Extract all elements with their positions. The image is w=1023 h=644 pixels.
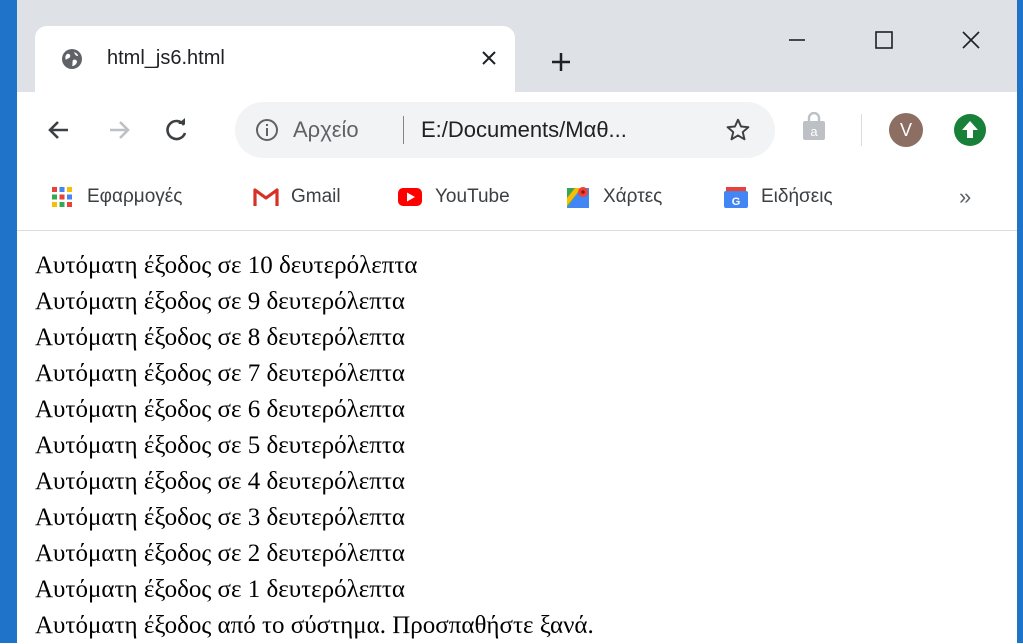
address-scheme-label: Αρχείο bbox=[293, 117, 359, 142]
close-icon bbox=[482, 51, 496, 65]
browser-window: html_js6.html Αρχείο E:/Documents/Μαθ...… bbox=[17, 0, 1017, 643]
tab-strip: html_js6.html bbox=[17, 0, 1017, 92]
news-icon: G bbox=[723, 184, 749, 210]
tab-title: html_js6.html bbox=[107, 47, 225, 69]
minimize-button[interactable] bbox=[775, 20, 819, 60]
countdown-line: Αυτόματη έξοδος σε 9 δευτερόλεπτα bbox=[35, 288, 406, 315]
bookmark-star-button[interactable] bbox=[723, 115, 753, 145]
update-arrow-icon[interactable] bbox=[953, 113, 987, 147]
svg-text:G: G bbox=[732, 196, 741, 208]
profile-avatar[interactable]: V bbox=[889, 113, 923, 147]
bookmark-news[interactable]: G Ειδήσεις bbox=[723, 182, 833, 212]
countdown-line: Αυτόματη έξοδος σε 10 δευτερόλεπτα bbox=[35, 252, 418, 279]
bookmarks-overflow-button[interactable]: » bbox=[959, 184, 971, 210]
bookmark-gmail[interactable]: Gmail bbox=[253, 182, 341, 212]
toolbar-separator bbox=[861, 114, 862, 146]
bookmark-label: Εφαρμογές bbox=[87, 186, 183, 207]
bookmarks-bar: Εφαρμογές Gmail YouTube Χάρτες G Ειδήσει… bbox=[17, 168, 1017, 231]
plus-icon bbox=[552, 53, 570, 71]
arrow-left-icon bbox=[48, 121, 68, 139]
globe-icon bbox=[62, 49, 82, 69]
reload-button[interactable] bbox=[157, 110, 197, 150]
extension-bag-icon[interactable]: a bbox=[801, 112, 827, 142]
bookmark-label: Gmail bbox=[291, 186, 341, 207]
apps-grid-icon bbox=[49, 184, 75, 210]
maximize-icon bbox=[875, 31, 893, 49]
bookmark-label: Χάρτες bbox=[603, 186, 663, 207]
star-icon bbox=[726, 118, 750, 141]
countdown-line: Αυτόματη έξοδος σε 5 δευτερόλεπτα bbox=[35, 432, 406, 459]
countdown-line: Αυτόματη έξοδος σε 6 δευτερόλεπτα bbox=[35, 396, 406, 423]
close-icon bbox=[962, 31, 980, 49]
countdown-line: Αυτόματη έξοδος σε 2 δευτερόλεπτα bbox=[35, 540, 406, 567]
countdown-line: Αυτόματη έξοδος σε 7 δευτερόλεπτα bbox=[35, 360, 406, 387]
bookmark-label: Ειδήσεις bbox=[761, 186, 833, 207]
tab-close-button[interactable] bbox=[473, 42, 505, 74]
minimize-icon bbox=[789, 39, 805, 41]
gmail-icon bbox=[253, 184, 279, 210]
bookmark-youtube[interactable]: YouTube bbox=[397, 182, 510, 212]
svg-text:a: a bbox=[810, 124, 818, 139]
logout-message: Αυτόματη έξοδος από το σύστημα. Προσπαθή… bbox=[35, 612, 594, 639]
countdown-line: Αυτόματη έξοδος σε 3 δευτερόλεπτα bbox=[35, 504, 406, 531]
page-content: Αυτόματη έξοδος σε 10 δευτερόλεπτα Αυτόμ… bbox=[35, 248, 1017, 644]
window-close-button[interactable] bbox=[949, 20, 993, 60]
window-frame-left bbox=[0, 0, 17, 643]
bookmark-label: YouTube bbox=[435, 186, 510, 207]
arrow-right-icon bbox=[110, 121, 130, 139]
forward-button[interactable] bbox=[99, 110, 139, 150]
countdown-line: Αυτόματη έξοδος σε 4 δευτερόλεπτα bbox=[35, 468, 406, 495]
window-frame-right bbox=[1017, 0, 1023, 643]
back-button[interactable] bbox=[39, 110, 79, 150]
maps-icon bbox=[565, 184, 591, 210]
address-separator bbox=[403, 116, 404, 144]
new-tab-button[interactable] bbox=[543, 44, 579, 80]
countdown-line: Αυτόματη έξοδος σε 8 δευτερόλεπτα bbox=[35, 324, 406, 351]
address-bar[interactable]: Αρχείο E:/Documents/Μαθ... bbox=[235, 102, 775, 158]
info-icon[interactable] bbox=[255, 118, 279, 142]
countdown-line: Αυτόματη έξοδος σε 1 δευτερόλεπτα bbox=[35, 576, 406, 603]
bookmark-maps[interactable]: Χάρτες bbox=[565, 182, 662, 212]
maximize-button[interactable] bbox=[862, 20, 906, 60]
reload-icon bbox=[166, 118, 187, 141]
youtube-icon bbox=[397, 184, 423, 210]
bookmark-apps[interactable]: Εφαρμογές bbox=[49, 182, 182, 212]
toolbar: Αρχείο E:/Documents/Μαθ... a V bbox=[17, 92, 1017, 168]
active-tab[interactable]: html_js6.html bbox=[35, 26, 515, 92]
address-url[interactable]: E:/Documents/Μαθ... bbox=[421, 117, 627, 143]
